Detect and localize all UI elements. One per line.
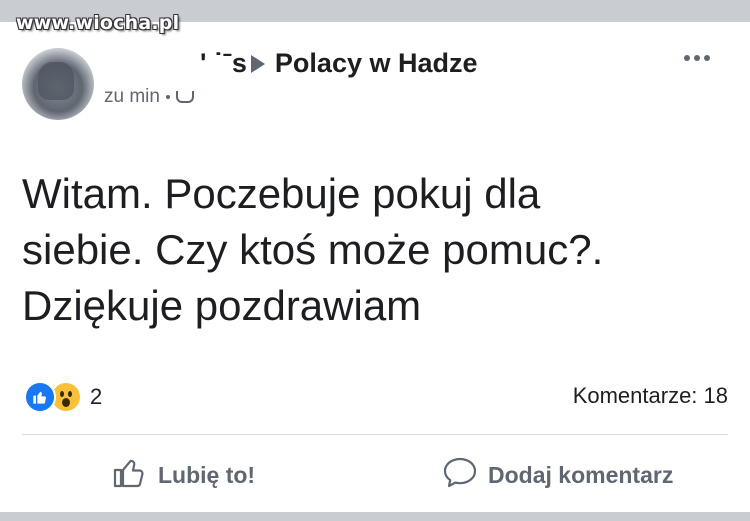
reaction-count: 2 [90, 384, 103, 409]
like-reaction-icon [24, 381, 56, 413]
separator-dot [165, 95, 170, 99]
comment-button[interactable]: Dodaj komentarz [442, 455, 673, 495]
avatar[interactable] [22, 48, 94, 120]
wow-eye [68, 391, 72, 397]
audience-icon[interactable] [175, 91, 194, 103]
dot [684, 55, 690, 61]
post-text: Witam. Poczebuje pokuj dla siebie. Czy k… [22, 170, 604, 329]
like-button[interactable]: Lubię to! [112, 455, 255, 495]
author-name[interactable]: ' ˙ˉs [200, 48, 247, 79]
dot [694, 55, 700, 61]
post-header: ' ˙ˉs Polacy w Hadze [200, 48, 478, 79]
like-button-label: Lubię to! [158, 461, 256, 488]
more-options-icon[interactable] [684, 55, 710, 61]
dot [704, 55, 710, 61]
reactions-summary[interactable]: 2 [24, 381, 102, 413]
post-meta: zu min [104, 86, 194, 108]
post-timestamp[interactable]: zu min [104, 86, 160, 108]
avatar-photo [38, 62, 74, 100]
wow-eye [60, 391, 64, 397]
comments-count[interactable]: Komentarze: 18 [573, 383, 728, 409]
watermark: www.wiocha.pl [16, 12, 180, 34]
arrow-right-icon [250, 54, 265, 73]
wow-mouth [62, 398, 70, 407]
speech-bubble-icon [442, 455, 478, 495]
thumbs-up-icon [112, 455, 148, 495]
divider [22, 434, 728, 435]
bottom-band [0, 512, 750, 521]
comment-button-label: Dodaj komentarz [488, 461, 674, 488]
group-name-link[interactable]: Polacy w Hadze [275, 48, 478, 79]
